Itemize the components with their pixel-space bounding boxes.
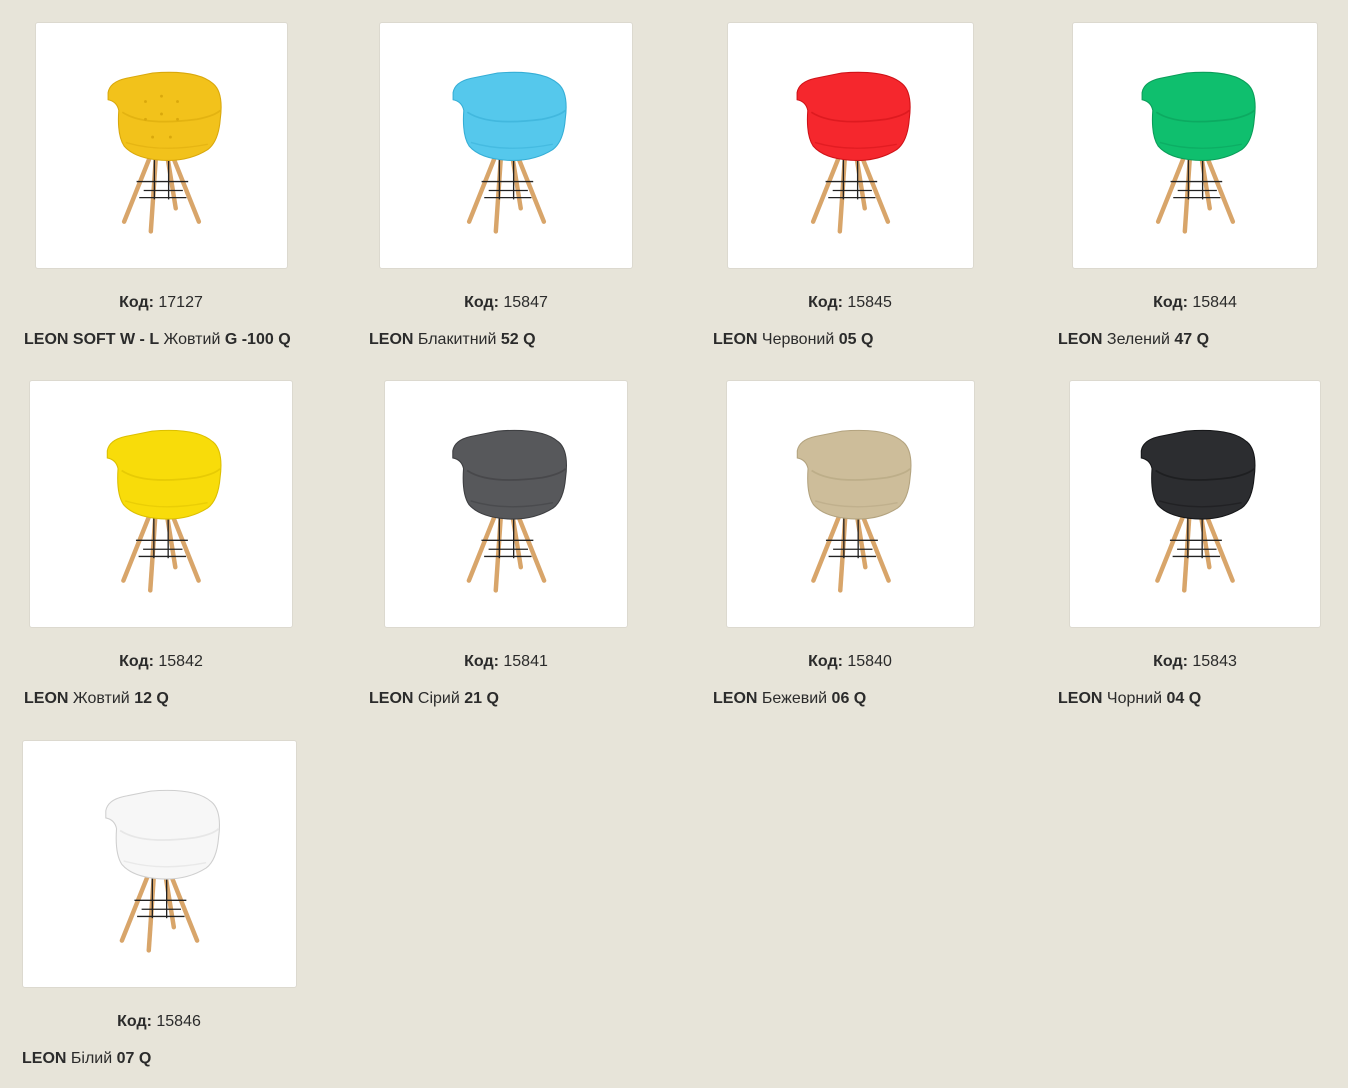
chair-illustration [105, 789, 221, 953]
product-variant: G -100 Q [224, 331, 291, 348]
product-image[interactable] [1072, 22, 1318, 269]
product-model: LEON SOFT W - L [24, 331, 160, 348]
product-model: LEON [24, 690, 69, 707]
product-image[interactable] [35, 22, 288, 269]
chair-illustration [106, 429, 222, 593]
product-code: Код: 15841 [446, 653, 566, 671]
product-model: LEON [713, 690, 758, 707]
product-variant: 12 Q [134, 690, 169, 707]
product-code: Код: 15843 [1135, 653, 1255, 671]
product-code-label: Код: [808, 653, 843, 670]
product-color: Чорний [1102, 690, 1167, 707]
product-code-label: Код: [808, 294, 843, 311]
product-color: Бежевий [757, 690, 832, 707]
product-code-label: Код: [119, 294, 154, 311]
product-color: Блакитний [413, 331, 501, 348]
product-code: Код: 15845 [790, 294, 910, 312]
product-code-label: Код: [117, 1013, 152, 1030]
chair-illustration [107, 71, 222, 234]
product-name-link[interactable]: LEON SOFT W - L Жовтий G -100 Q [24, 331, 291, 349]
product-name-link[interactable]: LEON Бежевий 06 Q [713, 690, 866, 708]
product-image[interactable] [726, 380, 975, 628]
product-code-value: 15840 [847, 653, 892, 670]
product-code-value: 15846 [156, 1013, 201, 1030]
product-image[interactable] [727, 22, 974, 269]
product-code: Код: 17127 [101, 294, 221, 312]
product-code-label: Код: [119, 653, 154, 670]
product-model: LEON [1058, 331, 1103, 348]
product-variant: 07 Q [116, 1050, 152, 1067]
product-color: Білий [66, 1050, 117, 1067]
product-variant: 52 Q [500, 331, 536, 348]
product-name-link[interactable]: LEON Червоний 05 Q [713, 331, 873, 349]
product-code: Код: 15847 [446, 294, 566, 312]
product-color: Зелений [1102, 331, 1175, 348]
product-code-label: Код: [464, 653, 499, 670]
product-code-value: 15845 [847, 294, 892, 311]
product-code-value: 15847 [503, 294, 548, 311]
product-variant: 21 Q [464, 690, 499, 707]
product-code-label: Код: [464, 294, 499, 311]
product-name-link[interactable]: LEON Зелений 47 Q [1058, 331, 1209, 349]
product-code: Код: 15844 [1135, 294, 1255, 312]
product-color: Сірий [413, 690, 465, 707]
product-code-label: Код: [1153, 294, 1188, 311]
product-code: Код: 15842 [101, 653, 221, 671]
product-image[interactable] [29, 380, 293, 628]
product-color: Жовтий [159, 331, 225, 348]
product-name-link[interactable]: LEON Білий 07 Q [22, 1050, 151, 1068]
product-name-link[interactable]: LEON Блакитний 52 Q [369, 331, 536, 349]
product-name-link[interactable]: LEON Сірий 21 Q [369, 690, 499, 708]
chair-illustration [796, 71, 911, 234]
product-code-value: 15844 [1192, 294, 1237, 311]
product-code: Код: 15840 [790, 653, 910, 671]
product-image[interactable] [379, 22, 633, 269]
product-image[interactable] [1069, 380, 1321, 628]
chair-illustration [452, 71, 567, 234]
product-code-label: Код: [1153, 653, 1188, 670]
product-image[interactable] [384, 380, 628, 628]
product-model: LEON [369, 690, 414, 707]
product-model: LEON [1058, 690, 1103, 707]
product-grid: Код: 17127 LEON SOFT W - L Жовтий G -100 … [0, 0, 1348, 1088]
product-variant: 04 Q [1166, 690, 1202, 707]
product-model: LEON [22, 1050, 67, 1067]
product-code-value: 15843 [1192, 653, 1237, 670]
product-name-link[interactable]: LEON Жовтий 12 Q [24, 690, 169, 708]
chair-illustration [796, 429, 912, 593]
chair-illustration [451, 429, 567, 593]
chair-illustration [1140, 429, 1256, 593]
product-color: Червоний [757, 331, 839, 348]
product-code-value: 15842 [158, 653, 203, 670]
chair-illustration [1141, 71, 1256, 234]
product-image[interactable] [22, 740, 297, 988]
product-variant: 06 Q [831, 690, 867, 707]
product-model: LEON [369, 331, 414, 348]
product-model: LEON [713, 331, 758, 348]
product-color: Жовтий [68, 690, 135, 707]
product-code-value: 17127 [158, 294, 203, 311]
product-variant: 05 Q [838, 331, 874, 348]
product-code-value: 15841 [503, 653, 548, 670]
product-name-link[interactable]: LEON Чорний 04 Q [1058, 690, 1201, 708]
product-variant: 47 Q [1174, 331, 1210, 348]
product-code: Код: 15846 [99, 1013, 219, 1031]
